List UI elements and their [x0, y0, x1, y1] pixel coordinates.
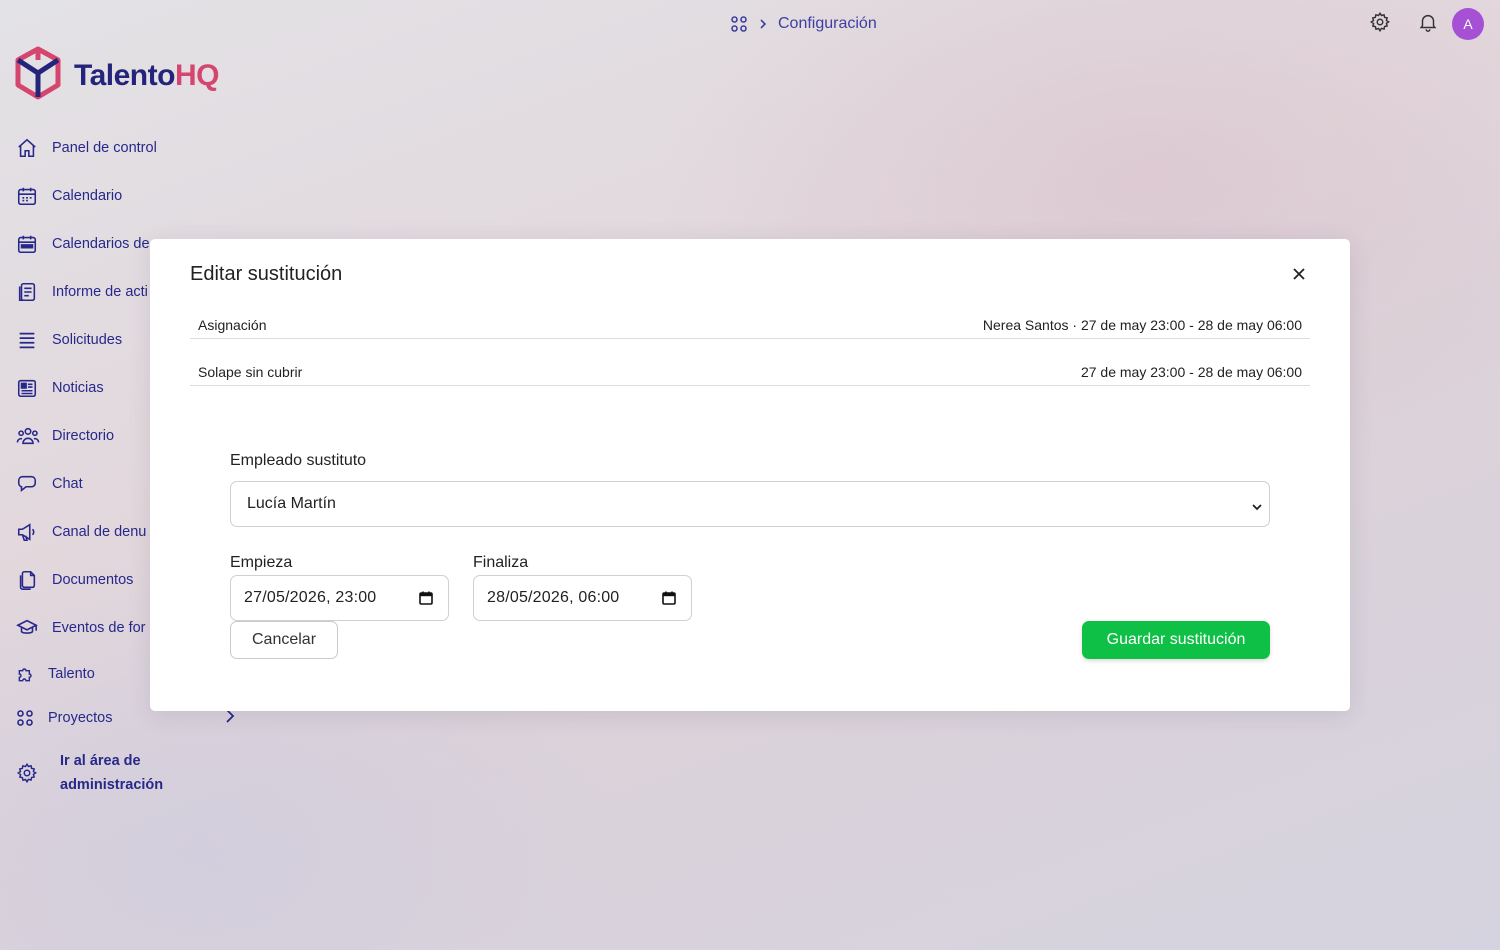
- breadcrumb-current[interactable]: Configuración: [778, 15, 877, 33]
- assignment-row: Asignación Nerea Santos · 27 de may 23:0…: [190, 317, 1310, 339]
- cancel-button[interactable]: Cancelar: [230, 621, 338, 659]
- puzzle-icon: [16, 662, 40, 686]
- home-icon: [16, 136, 44, 160]
- graduation-cap-icon: [16, 616, 44, 640]
- sidebar-item-label: Solicitudes: [52, 332, 123, 348]
- sidebar-item-label: Chat: [52, 476, 83, 492]
- megaphone-icon: [16, 520, 44, 544]
- brand-name-part1: Talento: [74, 58, 175, 92]
- assignment-value: Nerea Santos · 27 de may 23:00 - 28 de m…: [982, 317, 1302, 333]
- breadcrumb: Configuración: [730, 12, 877, 36]
- brand-name: TalentoHQ: [74, 59, 219, 93]
- uncovered-overlap-label: Solape sin cubrir: [198, 364, 303, 380]
- uncovered-overlap-value: 27 de may 23:00 - 28 de may 06:00: [1080, 364, 1302, 380]
- sidebar-item-label: Talento: [48, 666, 95, 682]
- sidebar-item-admin-area[interactable]: Ir al área de administración: [16, 740, 246, 806]
- close-button[interactable]: [1288, 265, 1310, 287]
- cube-logo-icon: [14, 46, 62, 105]
- sidebar-item-label: Ir al área de administración: [60, 753, 164, 793]
- edit-substitution-modal: Editar sustitución Asignación Nerea Sant…: [150, 239, 1350, 711]
- end-datetime-value: 28/05/2026, 06:00: [487, 589, 620, 606]
- end-datetime-input[interactable]: 28/05/2026, 06:00: [473, 575, 692, 621]
- list-icon: [16, 328, 44, 352]
- sidebar-item-label: Canal de denu: [52, 524, 147, 540]
- sidebar-item-calendario[interactable]: Calendario: [16, 172, 246, 220]
- calendar-icon[interactable]: [661, 590, 677, 611]
- end-label: Finaliza: [473, 554, 529, 571]
- start-datetime-input[interactable]: 27/05/2026, 23:00: [230, 575, 449, 621]
- chevron-right-icon: [758, 18, 768, 30]
- assignment-label: Asignación: [198, 317, 267, 333]
- substitute-employee-select[interactable]: Lucía Martín: [230, 481, 1270, 527]
- sidebar-item-label: Eventos de for: [52, 620, 146, 636]
- bell-icon: [1417, 11, 1439, 38]
- substitute-employee-value: Lucía Martín: [247, 495, 336, 512]
- sidebar-item-label: Directorio: [52, 428, 115, 444]
- notifications-button[interactable]: [1404, 8, 1452, 40]
- calendar-list-icon: [16, 232, 44, 256]
- newspaper-icon: [16, 376, 44, 400]
- grid-icon: [16, 706, 40, 730]
- modal-title: Editar sustitución: [190, 263, 343, 285]
- sidebar-item-panel-de-control[interactable]: Panel de control: [16, 124, 246, 172]
- start-label: Empieza: [230, 554, 293, 571]
- employee-label: Empleado sustituto: [230, 452, 367, 469]
- chat-icon: [16, 472, 44, 496]
- avatar[interactable]: A: [1452, 8, 1484, 40]
- top-actions: A: [1356, 8, 1484, 40]
- close-icon: [1292, 267, 1306, 286]
- sidebar-item-label: Noticias: [52, 380, 104, 396]
- users-icon: [16, 424, 44, 448]
- documents-icon: [16, 568, 44, 592]
- sidebar-item-label: Calendarios de: [52, 236, 150, 252]
- settings-button[interactable]: [1356, 8, 1404, 40]
- brand-name-part2: HQ: [174, 58, 220, 92]
- start-datetime-value: 27/05/2026, 23:00: [244, 589, 377, 606]
- chevron-down-icon: [1251, 499, 1263, 517]
- apps-grid-icon[interactable]: [730, 15, 748, 33]
- uncovered-overlap-row: Solape sin cubrir 27 de may 23:00 - 28 d…: [190, 364, 1310, 386]
- sidebar-item-label: Documentos: [52, 572, 134, 588]
- logo[interactable]: TalentoHQ: [14, 46, 219, 105]
- calendar-icon: [16, 184, 44, 208]
- sidebar-item-label: Calendario: [52, 188, 123, 204]
- save-substitution-button[interactable]: Guardar sustitución: [1082, 621, 1270, 659]
- sidebar-item-label: Proyectos: [48, 710, 113, 726]
- gear-icon: [1369, 11, 1391, 38]
- sidebar-item-label: Panel de control: [52, 140, 157, 156]
- clipboard-icon: [16, 280, 44, 304]
- gear-icon: [16, 761, 40, 785]
- sidebar-item-label: Informe de acti: [52, 284, 148, 300]
- calendar-icon[interactable]: [418, 590, 434, 611]
